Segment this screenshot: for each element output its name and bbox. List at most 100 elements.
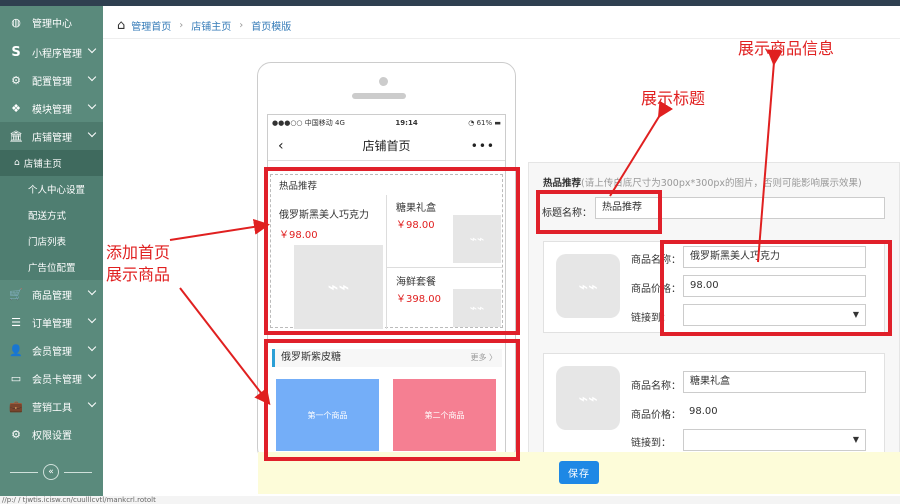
divider: [64, 472, 92, 473]
sidebar-item-members[interactable]: 👤 会员管理: [0, 336, 103, 364]
sidebar-subitem-label: 配送方式: [28, 211, 67, 222]
chevron-down-icon: [87, 44, 97, 54]
price-label: 商品价格：: [631, 410, 681, 421]
list-icon: ☰: [11, 315, 21, 329]
sidebar-item-label: 营销工具: [32, 402, 72, 414]
sidebar-subitem-store-home[interactable]: ⌂ 店铺主页: [0, 150, 103, 176]
browser-status-bar: //p:/ / tjwtis.icisw.cn/cuulllcvtl/mankc…: [0, 496, 900, 504]
breadcrumb-item[interactable]: 首页模版: [251, 18, 291, 33]
s-icon: S: [11, 44, 21, 60]
phone-nav-bar: ‹ 店铺首页 •••: [268, 131, 505, 161]
save-button[interactable]: 保存: [559, 461, 599, 484]
annotation-box-hot: [264, 167, 520, 335]
chevron-down-icon: [87, 72, 97, 82]
phone-time: 19:14: [395, 119, 418, 127]
select-arrow-icon: ▼: [852, 435, 859, 444]
user-icon: 👤: [9, 343, 23, 357]
product-card: ⌁⌁ 商品名称： 糖果礼盒 商品价格： 98.00 链接到： ▼: [543, 353, 885, 463]
sidebar-item-label: 订单管理: [32, 318, 72, 330]
annotation-product-info: 展示商品信息: [738, 39, 835, 58]
sidebar-item-orders[interactable]: ☰ 订单管理: [0, 308, 103, 336]
sidebar-item-label: 商品管理: [32, 290, 72, 302]
sidebar: ◍ 管理中心 S 小程序管理 ⚙ 配置管理 ❖ 模块管理 🏛 店铺管理 ⌂ 店铺…: [0, 6, 103, 496]
product-name-input[interactable]: 糖果礼盒: [683, 371, 866, 393]
image-upload-placeholder-icon[interactable]: ⌁⌁: [556, 254, 620, 318]
annotation-title: 展示标题: [641, 89, 706, 108]
cogs-icon: ⚙: [11, 73, 21, 87]
name-label: 商品名称：: [631, 381, 681, 392]
home-icon[interactable]: ⌂: [117, 18, 125, 33]
breadcrumb-item[interactable]: 管理首页: [131, 18, 171, 33]
battery-icon: ◔ 61% ▬: [468, 119, 501, 127]
sidebar-item-label: 模块管理: [32, 104, 72, 116]
product-price-value[interactable]: 98.00: [689, 406, 718, 417]
sidebar-item-label: 会员管理: [32, 346, 72, 358]
card-icon: ▭: [10, 371, 22, 385]
panel-hint-title: 热品推荐: [543, 178, 582, 189]
chevron-down-icon: [87, 370, 97, 380]
sidebar-item-label: 管理中心: [32, 18, 72, 30]
sidebar-item-label: 会员卡管理: [32, 374, 82, 386]
panel-hint-text: (请上传白底尺寸为300px*300px的图片，否则可能影响展示效果): [581, 178, 862, 189]
phone-speaker: [352, 93, 406, 99]
sidebar-subitem-ads[interactable]: 广告位配置: [0, 254, 103, 280]
annotation-show-products: 展示商品: [106, 265, 171, 284]
image-upload-placeholder-icon[interactable]: ⌁⌁: [556, 366, 620, 430]
sidebar-collapse[interactable]: «: [0, 461, 103, 483]
sidebar-item-store[interactable]: 🏛 店铺管理: [0, 122, 103, 150]
sidebar-item-label: 权限设置: [32, 430, 72, 442]
sidebar-subitem-delivery[interactable]: 配送方式: [0, 202, 103, 228]
sidebar-subitem-label: 门店列表: [28, 237, 67, 248]
annotation-box-title: [536, 190, 662, 234]
sidebar-item-label: 配置管理: [32, 76, 72, 88]
sidebar-item-marketing[interactable]: 💼 营销工具: [0, 392, 103, 420]
sidebar-subitem-stores[interactable]: 门店列表: [0, 228, 103, 254]
phone-page-title: 店铺首页: [362, 139, 411, 153]
back-icon[interactable]: ‹: [278, 138, 284, 154]
annotation-add-home: 添加首页: [106, 243, 171, 262]
breadcrumb-separator-icon: ›: [179, 20, 184, 31]
breadcrumb-separator-icon: ›: [239, 20, 244, 31]
sidebar-item-member-cards[interactable]: ▭ 会员卡管理: [0, 364, 103, 392]
chevron-down-icon: [87, 314, 97, 324]
sidebar-item-miniapp[interactable]: S 小程序管理: [0, 38, 103, 66]
sidebar-item-permissions[interactable]: ⚙ 权限设置: [0, 420, 103, 448]
breadcrumb-item[interactable]: 店铺主页: [191, 18, 231, 33]
chevron-down-icon: [87, 100, 97, 110]
sidebar-subitem-label: 店铺主页: [23, 159, 62, 170]
sidebar-item-admin-center[interactable]: ◍ 管理中心: [0, 6, 103, 38]
breadcrumb: ⌂ 管理首页 › 店铺主页 › 首页模版: [103, 13, 900, 39]
sidebar-item-modules[interactable]: ❖ 模块管理: [0, 94, 103, 122]
bank-icon: 🏛: [9, 129, 23, 143]
annotation-box-product: [660, 240, 892, 336]
top-bar: [0, 0, 900, 6]
collapse-icon[interactable]: «: [43, 464, 59, 480]
chevron-down-icon: [87, 398, 97, 408]
sidebar-subitem-label: 广告位配置: [28, 263, 76, 274]
phone-status-bar: ●●●○○ 中国移动 4G 19:14 ◔ 61% ▬: [268, 115, 505, 131]
sidebar-item-config[interactable]: ⚙ 配置管理: [0, 66, 103, 94]
sidebar-item-label: 店铺管理: [32, 132, 72, 144]
chevron-down-icon: [87, 286, 97, 296]
more-icon[interactable]: •••: [471, 139, 495, 153]
chevron-down-icon: [87, 128, 97, 138]
arrow-show-products: [179, 287, 271, 406]
sidebar-item-products[interactable]: 🛒 商品管理: [0, 280, 103, 308]
divider: [10, 472, 38, 473]
home-icon: ⌂: [14, 158, 20, 168]
link-select[interactable]: ▼: [683, 429, 866, 451]
annotation-box-category: [264, 339, 520, 461]
sidebar-item-label: 小程序管理: [32, 48, 82, 60]
sidebar-subitem-label: 个人中心设置: [28, 185, 86, 196]
briefcase-icon: 💼: [9, 399, 23, 413]
carrier-text: ●●●○○ 中国移动 4G: [272, 119, 345, 127]
panel-hint: 热品推荐(请上传白底尺寸为300px*300px的图片，否则可能影响展示效果): [543, 175, 862, 189]
chevron-down-icon: [87, 342, 97, 352]
arrow-add-home: [169, 218, 270, 241]
sidebar-subitem-personal-center[interactable]: 个人中心设置: [0, 176, 103, 202]
cubes-icon: ❖: [11, 101, 21, 115]
dashboard-icon: ◍: [11, 15, 21, 29]
link-label: 链接到：: [631, 438, 671, 449]
phone-camera: [379, 77, 388, 86]
gear-icon: ⚙: [11, 427, 21, 441]
